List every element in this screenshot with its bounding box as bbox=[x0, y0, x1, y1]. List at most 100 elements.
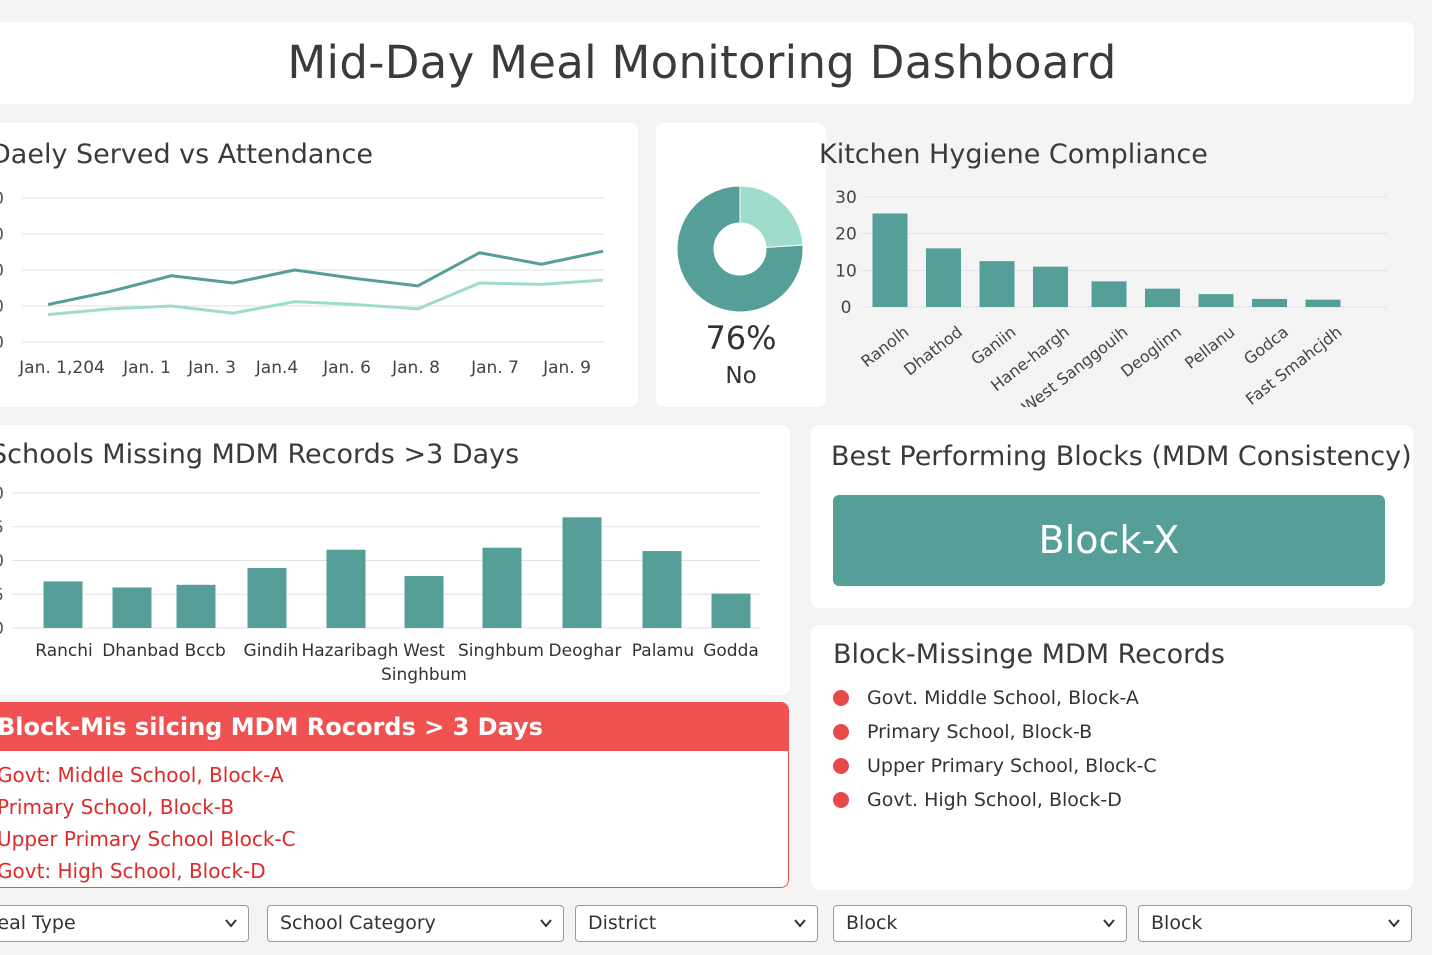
missing-bar bbox=[711, 593, 751, 628]
select-value: School Category bbox=[280, 912, 436, 934]
daily-served-panel: Daely Served vs Attendance 00000Jan. 1,2… bbox=[0, 123, 638, 407]
kitchen-hygiene-chart: 3020100RanolhDhathod GaniinHane-harghWest… bbox=[835, 188, 1387, 407]
y-tick-label: 0 bbox=[0, 297, 4, 317]
missing-bar bbox=[642, 551, 682, 628]
x-tick-label: West bbox=[403, 641, 445, 661]
missing-records-panel: Schools Missing MDM Records >3 Days 0505… bbox=[0, 425, 790, 695]
chevron-down-icon bbox=[794, 919, 806, 928]
x-tick-label: Ranchi bbox=[35, 641, 92, 661]
list-item-label: Govt. High School, Block-D bbox=[867, 789, 1122, 811]
y-tick-label: 0 bbox=[0, 225, 4, 245]
block-missing-list: Govt. Middle School, Block-A Primary Sch… bbox=[833, 681, 1157, 817]
series-line bbox=[47, 249, 604, 307]
hygiene-bar bbox=[979, 261, 1015, 307]
list-item: Govt: High School, Block-D bbox=[0, 859, 266, 883]
select-value: Block bbox=[846, 912, 898, 934]
list-item: Upper Primary School, Block-C bbox=[833, 749, 1157, 783]
y-tick-label: 10 bbox=[835, 261, 857, 281]
missing-records-chart: 0 5 0 5 0 Ranchi Dhanbad Bccb GindihHazaribaghW… bbox=[0, 484, 760, 685]
missing-bar bbox=[326, 549, 366, 628]
best-blocks-panel: Best Performing Blocks (MDM Consistency)… bbox=[811, 425, 1413, 608]
list-item-label: Upper Primary School, Block-C bbox=[867, 755, 1157, 777]
x-tick-label: Singhbum bbox=[458, 641, 544, 661]
x-tick-label: Gindih bbox=[244, 641, 299, 661]
y-tick-label: 0 bbox=[841, 298, 852, 318]
x-tick-label: Jan. 1 bbox=[122, 358, 171, 378]
best-blocks-title: Best Performing Blocks (MDM Consistency) bbox=[831, 441, 1412, 472]
missing-bar bbox=[43, 581, 83, 628]
y-tick-label: 0 bbox=[0, 333, 4, 353]
alert-panel: Block-Mis silcing MDM Rocords > 3 Days G… bbox=[0, 702, 789, 888]
y-tick-label: 5 bbox=[0, 585, 4, 605]
missing-bar bbox=[112, 587, 152, 628]
missing-bar bbox=[482, 547, 522, 628]
x-tick-label: Pellanu bbox=[1181, 322, 1238, 373]
y-tick-label: 20 bbox=[835, 225, 857, 245]
filter-school-category-select[interactable]: School Category bbox=[267, 905, 564, 942]
hygiene-bar bbox=[1305, 299, 1341, 307]
red-dot-icon bbox=[833, 792, 849, 808]
kitchen-hygiene-panel: Kitchen Hygiene Compliance 30 20 10 0 Ranolh… bbox=[790, 123, 1412, 407]
filter-block-select-2[interactable]: Block bbox=[1138, 905, 1412, 942]
y-tick-label: 30 bbox=[835, 188, 857, 208]
x-tick-label: Jan. 9 bbox=[542, 358, 591, 378]
alert-list: Govt: Middle School, Block-A Primary Sch… bbox=[0, 751, 788, 887]
filter-district-select[interactable]: District bbox=[575, 905, 818, 942]
y-tick-label: 0 bbox=[0, 189, 4, 209]
x-tick-label: Jan.4 bbox=[255, 358, 298, 378]
x-tick-label: Fast Smahcjdh bbox=[1242, 322, 1345, 407]
x-tick-label: Dhanbad Bccb bbox=[102, 641, 226, 661]
page-title: Mid-Day Meal Monitoring Dashboard bbox=[287, 36, 1117, 89]
daily-served-chart: 0 0 0 0 0 Jan. 1,204 Jan. 1 Jan. 3 Jan.4 Jan. 6 Ja… bbox=[0, 189, 605, 378]
filter-meal-type-select[interactable]: Meal Type bbox=[0, 905, 249, 942]
hygiene-bar bbox=[1145, 288, 1180, 307]
best-block-value: Block-X bbox=[833, 495, 1385, 586]
x-tick-label: Jan. 7 bbox=[470, 358, 519, 378]
missing-bar bbox=[176, 584, 216, 628]
chevron-down-icon bbox=[225, 919, 237, 928]
hygiene-bar bbox=[926, 248, 961, 307]
list-item: Govt. High School, Block-D bbox=[833, 783, 1157, 817]
red-dot-icon bbox=[833, 690, 849, 706]
list-item: Primary School, Block-B bbox=[833, 715, 1157, 749]
y-tick-label: 0 bbox=[0, 552, 4, 572]
hygiene-bar bbox=[872, 213, 908, 307]
block-missing-title: Block-Missinge MDM Records bbox=[833, 639, 1225, 670]
chevron-down-icon bbox=[1103, 919, 1115, 928]
list-item-label: Primary School, Block-B bbox=[867, 721, 1093, 743]
x-tick-label: Singhbum bbox=[381, 665, 467, 685]
select-value: District bbox=[588, 912, 657, 934]
hygiene-bar bbox=[1198, 294, 1234, 307]
x-tick-label: Palamu bbox=[632, 641, 694, 661]
hygiene-bar bbox=[1033, 266, 1068, 307]
missing-bar bbox=[404, 576, 444, 628]
hygiene-bar bbox=[1091, 281, 1127, 307]
red-dot-icon bbox=[833, 724, 849, 740]
missing-bar bbox=[247, 567, 287, 628]
alert-title: Block-Mis silcing MDM Rocords > 3 Days bbox=[0, 703, 788, 751]
list-item-label: Govt. Middle School, Block-A bbox=[867, 687, 1139, 709]
list-item: Upper Primary School Block-C bbox=[0, 827, 296, 851]
x-tick-label: Deoglinn bbox=[1117, 322, 1185, 381]
block-missing-panel: Block-Missinge MDM Records Govt. Middle … bbox=[811, 625, 1413, 890]
list-item: Primary School, Block-B bbox=[0, 795, 235, 819]
chevron-down-icon bbox=[540, 919, 552, 928]
header-card: Mid-Day Meal Monitoring Dashboard bbox=[0, 22, 1414, 104]
x-tick-label: Jan. 6 bbox=[322, 358, 371, 378]
x-tick-label: Godda bbox=[703, 641, 759, 661]
filter-block-select[interactable]: Block bbox=[833, 905, 1127, 942]
select-value: Meal Type bbox=[0, 912, 76, 934]
x-tick-label: Hazaribagh bbox=[301, 641, 398, 661]
select-value: Block bbox=[1151, 912, 1203, 934]
chevron-down-icon bbox=[1388, 919, 1400, 928]
x-tick-label: Jan. 8 bbox=[391, 358, 440, 378]
y-tick-label: 5 bbox=[0, 518, 4, 538]
hygiene-bar bbox=[1252, 298, 1287, 307]
x-tick-label: Dhathod bbox=[900, 322, 966, 379]
x-tick-label: Jan. 3 bbox=[187, 358, 236, 378]
x-tick-label: Jan. 1,204 bbox=[18, 358, 105, 378]
y-tick-label: 0 bbox=[0, 484, 4, 504]
list-item: Govt: Middle School, Block-A bbox=[0, 763, 284, 787]
list-item: Govt. Middle School, Block-A bbox=[833, 681, 1157, 715]
x-tick-label: Deoghar bbox=[549, 641, 622, 661]
